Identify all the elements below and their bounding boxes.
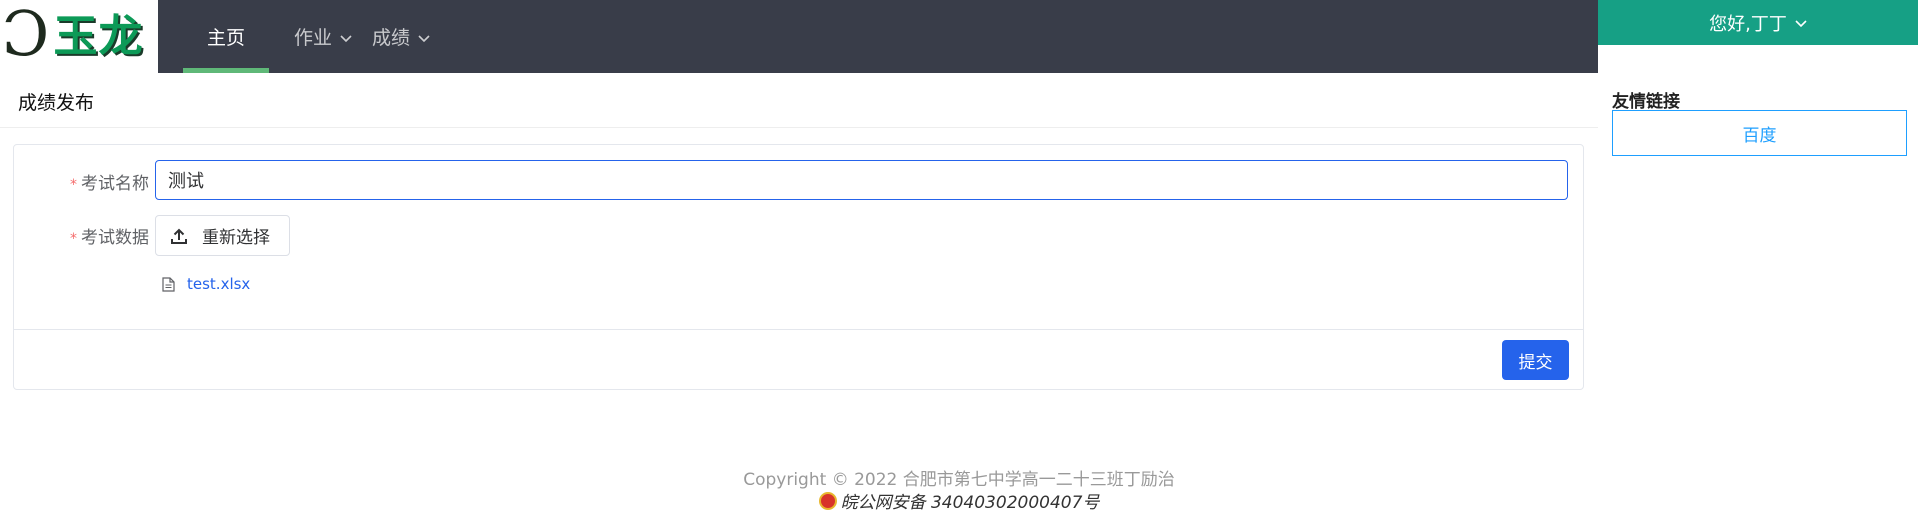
footer-icp-text: 皖公网安备 34040302000407号 xyxy=(840,493,1100,513)
friend-links-title: 友情链接 xyxy=(1612,92,1680,112)
title-divider xyxy=(0,127,1598,128)
reselect-file-button[interactable]: 重新选择 xyxy=(155,215,290,256)
nav-item-homework-label: 作业 xyxy=(294,27,333,49)
exam-name-input[interactable] xyxy=(155,160,1568,200)
exam-name-label: * 考试名称 xyxy=(70,174,149,194)
reselect-file-label: 重新选择 xyxy=(202,228,270,248)
nav-item-home[interactable]: 主页 xyxy=(183,0,269,73)
card-footer-divider xyxy=(14,329,1583,330)
page-title: 成绩发布 xyxy=(18,92,95,114)
chevron-down-icon xyxy=(340,26,352,48)
exam-data-label: * 考试数据 xyxy=(70,228,149,248)
chevron-down-icon xyxy=(1795,12,1807,33)
user-greeting: 您好,丁丁 xyxy=(1709,13,1787,35)
top-nav: 主页 作业 成绩 xyxy=(158,0,1598,73)
upload-icon xyxy=(171,228,187,244)
document-icon xyxy=(162,276,175,292)
user-menu-button[interactable]: 您好,丁丁 xyxy=(1598,0,1918,45)
friend-links-box: 百度 xyxy=(1612,110,1907,156)
footer-copyright: Copyright © 2022 合肥市第七中学高一二十三班丁励治 xyxy=(743,470,1175,490)
required-marker: * xyxy=(70,177,77,193)
score-publish-form: *考试名称 *考试数据 重新选择 test.xlsx 提交 xyxy=(13,144,1584,390)
nav-item-scores-label: 成绩 xyxy=(372,27,411,49)
uploaded-file-name: test.xlsx xyxy=(187,275,251,293)
nav-item-scores[interactable]: 成绩 xyxy=(372,0,430,73)
submit-button[interactable]: 提交 xyxy=(1502,340,1569,380)
nav-item-home-label: 主页 xyxy=(206,27,245,49)
uploaded-file-item[interactable]: test.xlsx xyxy=(162,275,250,293)
site-logo[interactable]: Ɔ 玉龙 xyxy=(0,0,158,73)
chevron-down-icon xyxy=(418,26,430,48)
footer-icp[interactable]: 皖公网安备 34040302000407号 xyxy=(0,488,1918,513)
logo-emblem-icon: Ɔ xyxy=(2,0,50,70)
logo-text: 玉龙 xyxy=(53,10,144,62)
required-marker: * xyxy=(70,231,77,247)
nav-item-homework[interactable]: 作业 xyxy=(294,0,352,73)
link-baidu[interactable]: 百度 xyxy=(1743,121,1777,146)
